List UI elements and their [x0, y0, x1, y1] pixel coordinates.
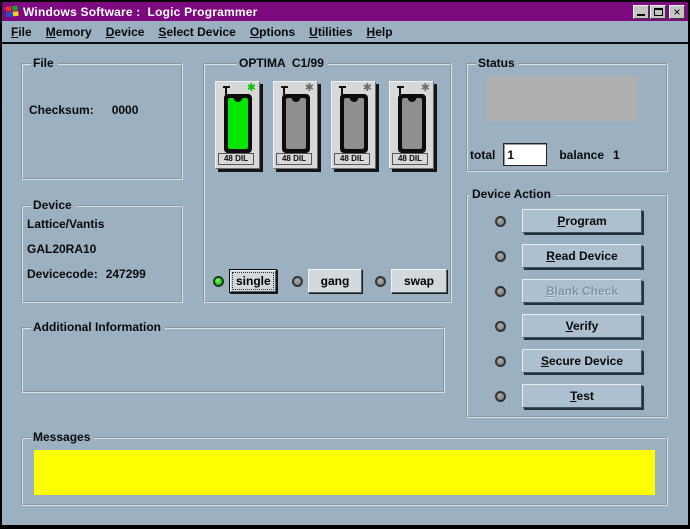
windows-flag-icon[interactable] [3, 5, 20, 19]
swap-mode-led-icon [375, 275, 386, 287]
device-info: Lattice/Vantis GAL20RA10 Devicecode: 247… [23, 207, 181, 287]
secure-device-led-icon [495, 355, 506, 367]
devicecode-label: Devicecode: [27, 267, 98, 281]
client-area: File Checksum: 0000 OPTIMA C1/99 ✱ 48 DI… [2, 44, 688, 525]
mode-row: single gang swap [213, 269, 447, 293]
socket-idle-icon: ✱ [362, 82, 372, 94]
single-mode-led-icon [213, 275, 224, 287]
blank-check-button: Blank Check [522, 279, 642, 303]
program-button[interactable]: Program [522, 209, 642, 233]
action-row-test: Test [495, 384, 666, 408]
device-action-group: Device Action Program Read Device Blank … [466, 187, 668, 418]
zif-socket-icon [224, 94, 252, 153]
title-bar[interactable]: Windows Software : Logic Programmer × [2, 2, 688, 21]
swap-mode-button[interactable]: swap [391, 269, 447, 293]
status-group: Status total balance 1 [466, 56, 668, 172]
device-group-title: Device [31, 198, 76, 212]
menu-help[interactable]: Help [360, 25, 400, 39]
socket-4: ✱ 48 DIL [389, 81, 434, 169]
gang-mode-button[interactable]: gang [308, 269, 362, 293]
minimize-button[interactable] [633, 4, 649, 19]
balance-value: 1 [613, 147, 620, 162]
gang-mode-led-icon [292, 275, 303, 287]
socket-3: ✱ 48 DIL [331, 81, 376, 169]
checksum-label: Checksum: [29, 103, 94, 117]
close-button[interactable]: × [669, 4, 685, 19]
menu-utilities[interactable]: Utilities [302, 25, 359, 39]
action-row-read: Read Device [495, 244, 666, 268]
zif-socket-icon [398, 94, 426, 153]
verify-led-icon [495, 320, 506, 332]
zif-socket-icon [282, 94, 310, 153]
device-code-row: Devicecode: 247299 [27, 262, 181, 287]
menu-device[interactable]: Device [99, 25, 152, 39]
minimize-icon [637, 14, 645, 16]
messages-group-title: Messages [31, 430, 95, 444]
zif-lever-icon [223, 86, 230, 95]
device-part: GAL20RA10 [27, 242, 97, 256]
zif-lever-icon [339, 86, 346, 95]
maximize-button[interactable] [650, 4, 666, 19]
window-title: Windows Software : Logic Programmer [23, 4, 258, 19]
additional-info-group: Additional Information [21, 320, 445, 393]
window-frame: Windows Software : Logic Programmer × Fi… [0, 0, 690, 529]
socket-2-label: 48 DIL [276, 153, 312, 165]
messages-group: Messages [21, 430, 668, 506]
programmer-group: OPTIMA C1/99 ✱ 48 DIL ✱ 48 DIL ✱ 48 DIL … [203, 56, 452, 303]
additional-info-title: Additional Information [31, 320, 165, 334]
secure-device-button[interactable]: Secure Device [522, 349, 642, 373]
socket-active-icon: ✱ [246, 82, 256, 94]
message-area [34, 450, 655, 495]
action-rows: Program Read Device Blank Check Verify S… [468, 196, 666, 408]
checksum-value: 0000 [111, 103, 139, 117]
app-window: Windows Software : Logic Programmer × Fi… [2, 2, 688, 525]
programmer-group-title: OPTIMA C1/99 [237, 56, 328, 70]
maximize-icon [653, 7, 663, 16]
read-device-button[interactable]: Read Device [522, 244, 642, 268]
blank-check-led-icon [495, 285, 506, 297]
close-icon: × [673, 4, 681, 19]
socket-idle-icon: ✱ [304, 82, 314, 94]
menu-select-device[interactable]: Select Device [151, 25, 242, 39]
total-label: total [470, 147, 496, 162]
devicecode-value: 247299 [105, 267, 146, 281]
menu-file[interactable]: File [4, 25, 39, 39]
device-action-group-title: Device Action [470, 187, 555, 201]
zif-socket-icon [340, 94, 368, 153]
file-group-title: File [31, 56, 58, 70]
status-group-title: Status [476, 56, 519, 70]
program-led-icon [495, 215, 506, 227]
zif-lever-icon [281, 86, 288, 95]
socket-1: ✱ 48 DIL [215, 81, 260, 169]
action-row-secure: Secure Device [495, 349, 666, 373]
single-mode-button[interactable]: single [229, 269, 277, 293]
action-row-program: Program [495, 209, 666, 233]
socket-3-label: 48 DIL [334, 153, 370, 165]
file-group: File Checksum: 0000 [21, 56, 183, 180]
menu-bar: File Memory Device Select Device Options… [2, 21, 688, 44]
test-button[interactable]: Test [522, 384, 642, 408]
action-row-verify: Verify [495, 314, 666, 338]
action-row-blank-check: Blank Check [495, 279, 666, 303]
verify-button[interactable]: Verify [522, 314, 642, 338]
device-group: Device Lattice/Vantis GAL20RA10 Deviceco… [21, 198, 183, 303]
menu-options[interactable]: Options [243, 25, 302, 39]
socket-idle-icon: ✱ [420, 82, 430, 94]
menu-memory[interactable]: Memory [39, 25, 99, 39]
socket-row: ✱ 48 DIL ✱ 48 DIL ✱ 48 DIL ✱ 48 DIL [215, 81, 434, 169]
status-row: total balance 1 [470, 143, 620, 166]
device-manufacturer: Lattice/Vantis [27, 217, 105, 231]
total-input[interactable] [503, 143, 548, 166]
read-device-led-icon [495, 250, 506, 262]
status-display [487, 76, 637, 121]
socket-4-label: 48 DIL [392, 153, 428, 165]
test-led-icon [495, 390, 506, 402]
zif-lever-icon [397, 86, 404, 95]
socket-2: ✱ 48 DIL [273, 81, 318, 169]
socket-1-label: 48 DIL [218, 153, 254, 165]
balance-label: balance [559, 147, 605, 162]
checksum-row: Checksum: 0000 [23, 103, 181, 117]
